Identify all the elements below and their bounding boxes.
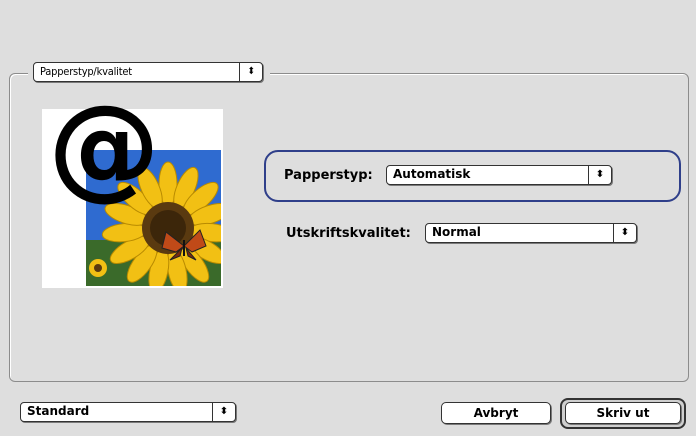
paper-type-popup[interactable]: Automatisk ⬍ <box>386 165 612 185</box>
print-quality-popup[interactable]: Normal ⬍ <box>425 223 637 243</box>
print-quality-value: Normal <box>432 225 481 239</box>
updown-arrows-icon: ⬍ <box>588 166 611 184</box>
panel-selector-popup[interactable]: Papperstyp/kvalitet ⬍ <box>33 62 263 82</box>
updown-arrows-icon: ⬍ <box>613 224 636 242</box>
print-dialog: Papperstyp/kvalitet ⬍ @ Papperstyp: Auto… <box>0 0 696 436</box>
print-button[interactable]: Skriv ut <box>565 402 681 424</box>
presets-popup[interactable]: Standard ⬍ <box>20 402 236 422</box>
updown-arrows-icon: ⬍ <box>239 63 262 81</box>
at-symbol-icon: @ <box>48 82 160 212</box>
panel-selector-value: Papperstyp/kvalitet <box>40 65 132 78</box>
updown-arrows-icon: ⬍ <box>212 403 235 421</box>
paper-type-label: Papperstyp: <box>284 168 373 183</box>
cancel-button[interactable]: Avbryt <box>441 402 551 424</box>
paper-type-value: Automatisk <box>393 167 471 181</box>
print-quality-label: Utskriftskvalitet: <box>286 226 411 241</box>
presets-value: Standard <box>27 404 90 418</box>
